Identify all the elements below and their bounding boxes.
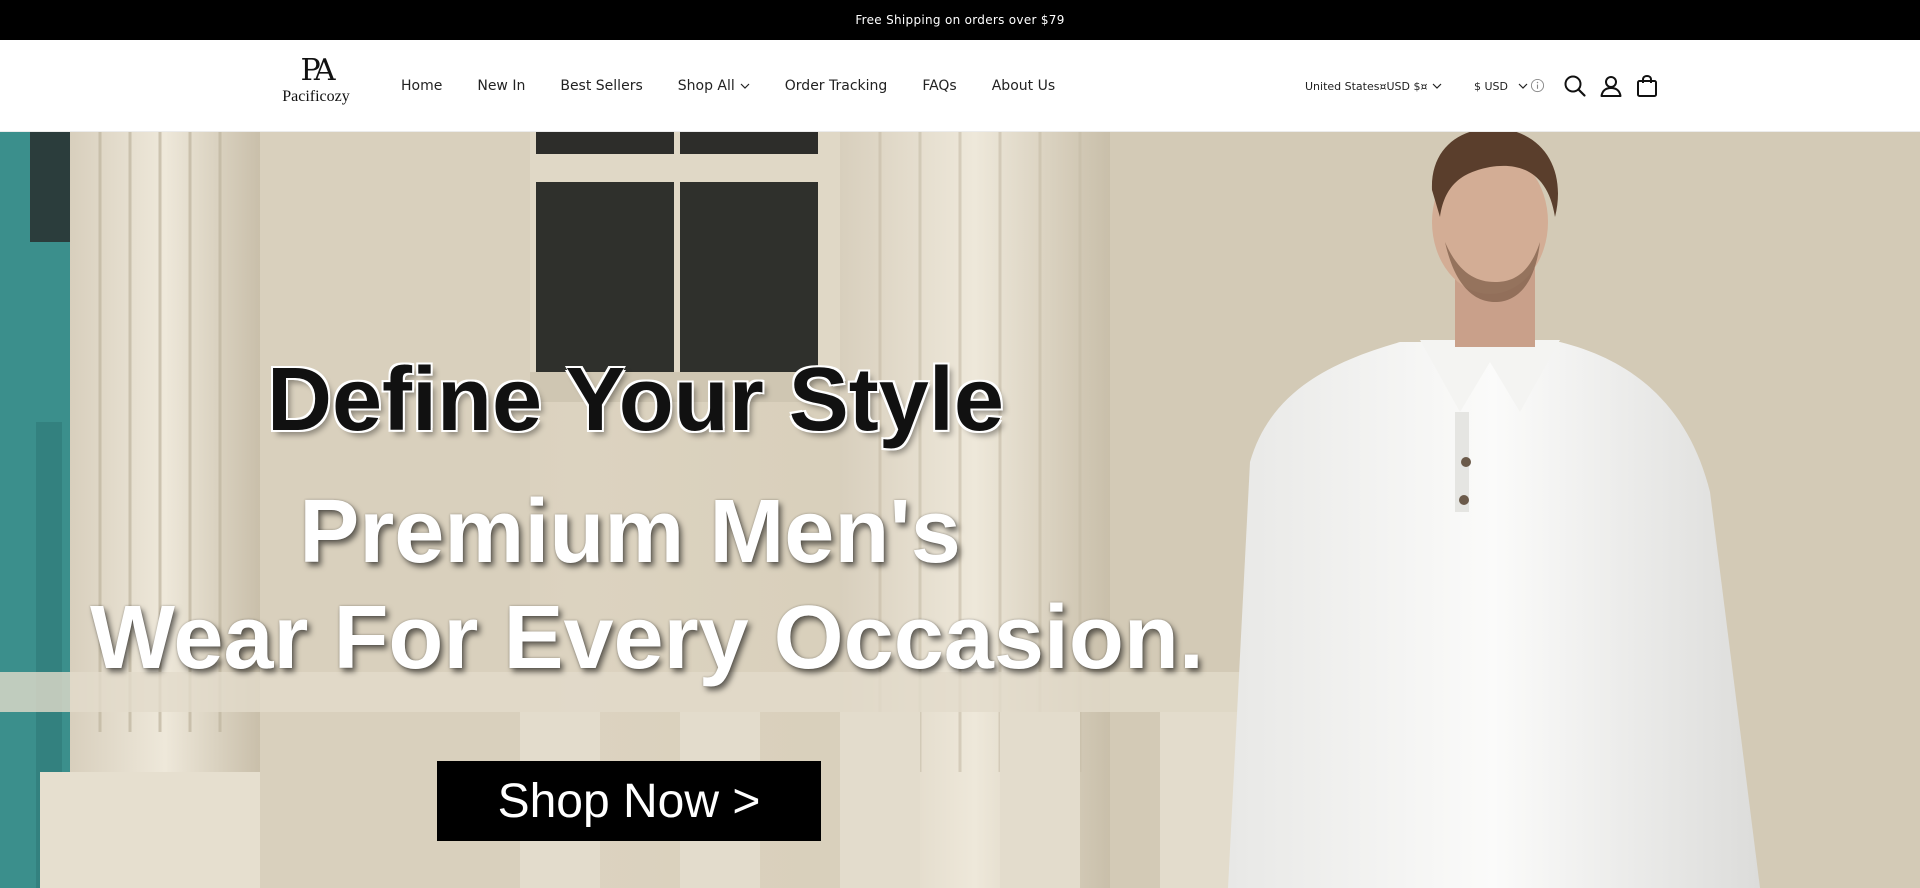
shop-now-button[interactable]: Shop Now > xyxy=(437,761,821,841)
nav-item-faqs[interactable]: FAQs xyxy=(922,78,956,94)
nav-item-new-in[interactable]: New In xyxy=(477,78,525,94)
nav-item-order-tracking[interactable]: Order Tracking xyxy=(785,78,888,94)
chevron-down-icon xyxy=(1518,83,1528,89)
currency-selector[interactable]: $ USD xyxy=(1474,40,1528,132)
chevron-down-icon xyxy=(1433,83,1442,89)
country-label: United States¤USD $¤ xyxy=(1305,79,1428,93)
account-icon[interactable] xyxy=(1598,73,1624,99)
currency-label: $ USD xyxy=(1474,79,1508,93)
hero-subline-2: Wear For Every Occasion. xyxy=(90,588,1204,688)
hero-headline: Define Your Style xyxy=(267,350,1004,450)
announcement-bar: Free Shipping on orders over $79 xyxy=(0,0,1920,40)
chevron-down-icon xyxy=(740,83,750,89)
nav-label: Shop All xyxy=(677,78,735,94)
search-icon[interactable] xyxy=(1562,73,1588,99)
nav-label: FAQs xyxy=(922,78,957,94)
nav-item-home[interactable]: Home xyxy=(401,78,442,94)
logo-wordmark: Pacificozy xyxy=(282,88,350,105)
cart-icon[interactable] xyxy=(1634,73,1660,99)
nav-label: About Us xyxy=(991,78,1056,94)
info-icon[interactable] xyxy=(1530,78,1545,93)
brand-logo[interactable]: PA Pacificozy xyxy=(276,54,356,116)
site-header: PA Pacificozy Home New In Best Sellers S… xyxy=(0,40,1920,132)
hero-banner: Define Your Style Premium Men's Wear For… xyxy=(0,132,1920,888)
logo-mark: PA xyxy=(300,53,335,88)
hero-subline-1: Premium Men's xyxy=(299,482,961,582)
nav-label: Home xyxy=(401,78,443,94)
main-nav: Home New In Best Sellers Shop All Order … xyxy=(401,40,1090,132)
nav-item-about-us[interactable]: About Us xyxy=(992,78,1055,94)
nav-item-best-sellers[interactable]: Best Sellers xyxy=(560,78,642,94)
nav-label: Best Sellers xyxy=(560,78,643,94)
nav-label: Order Tracking xyxy=(784,78,888,94)
announcement-text: Free Shipping on orders over $79 xyxy=(855,13,1065,27)
nav-item-shop-all[interactable]: Shop All xyxy=(678,78,750,94)
nav-label: New In xyxy=(477,78,526,94)
country-selector[interactable]: United States¤USD $¤ xyxy=(1305,40,1442,132)
